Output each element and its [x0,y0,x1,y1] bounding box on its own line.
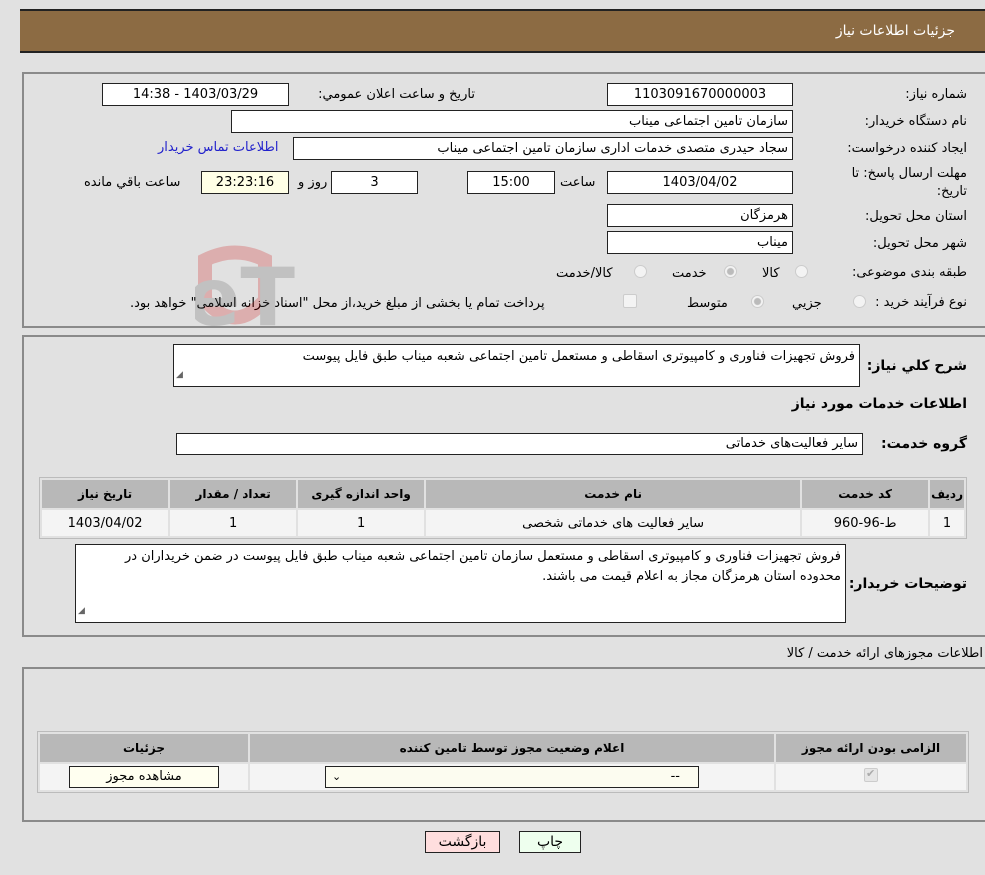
purchase-radio-minor[interactable] [853,295,866,308]
announce-label: تاریخ و ساعت اعلان عمومي: [318,87,475,102]
province-field: هرمزگان [607,204,793,227]
col-row-number: ردیف [930,480,964,508]
resize-grip-icon[interactable]: ◢ [78,601,85,621]
print-button[interactable]: چاپ [519,831,581,853]
buyer-notes-label: توضیحات خریدار: [848,576,967,592]
cell-permit-required: ✔ [776,764,966,790]
cell-service-code: ط-96-960 [802,510,929,536]
category-radio-goods[interactable] [795,265,808,278]
purchase-type-label: نوع فرآیند خرید : [875,295,967,310]
col-service-name: نام خدمت [426,480,801,508]
buyer-org-field: سازمان تامین اجتماعی میناب [231,110,793,133]
cell-permit-status: -- ⌄ [250,764,774,790]
cell-unit: 1 [298,510,425,536]
cell-row-number: 1 [930,510,964,536]
category-label: طبقه بندی موضوعی: [851,265,967,280]
days-field: 3 [331,171,418,194]
check-icon: ✔ [866,767,876,780]
service-group-label: گروه خدمت: [881,436,967,452]
services-table: ردیف کد خدمت نام خدمت واحد اندازه گیری ت… [39,477,967,539]
treasury-note: پرداخت تمام یا بخشی از مبلغ خرید،از محل … [130,296,545,311]
category-label-goods: کالا [762,266,780,281]
col-permit-details: جزئیات [40,734,248,762]
description-text: فروش تجهیزات فناوری و کامپیوتری اسقاطی و… [302,349,855,364]
chevron-down-icon: ⌄ [332,770,342,783]
category-radio-service[interactable] [724,265,737,278]
category-label-service: خدمت [672,266,707,281]
table-row: 1 ط-96-960 سایر فعالیت های خدماتی شخصی 1… [42,510,964,536]
deadline-time-field: 15:00 [467,171,555,194]
resize-grip-icon[interactable]: ◢ [176,365,183,385]
description-textarea[interactable]: فروش تجهیزات فناوری و کامپیوتری اسقاطی و… [173,344,860,387]
purchase-label-medium: متوسط [687,296,728,311]
deadline-label: مهلت ارسال پاسخ: تا تاریخ: [851,166,967,199]
buyer-org-label: نام دستگاه خریدار: [864,114,967,129]
back-button[interactable]: بازگشت [425,831,500,853]
col-quantity: تعداد / مقدار [170,480,297,508]
days-label: روز و [298,175,328,190]
buyer-notes-textarea[interactable]: فروش تجهیزات فناوری و کامپیوتری اسقاطی و… [75,544,846,623]
page-title: جزئیات اطلاعات نیاز [835,23,955,39]
permits-table: الزامی بودن ارائه مجوز اعلام وضعیت مجوز … [37,731,969,793]
deadline-date-field: 1403/04/02 [607,171,793,194]
page-header: جزئیات اطلاعات نیاز [20,9,985,53]
description-label: شرح کلي نیاز: [866,358,967,374]
city-field: میناب [607,231,793,254]
category-label-goods-service: کالا/خدمت [556,266,613,281]
services-table-header: ردیف کد خدمت نام خدمت واحد اندازه گیری ت… [42,480,964,508]
deadline-time-label: ساعت [560,175,596,190]
purchase-label-minor: جزيي [792,296,822,311]
category-radio-goods-service[interactable] [634,265,647,278]
treasury-checkbox[interactable] [623,294,637,308]
permit-required-checkbox: ✔ [864,767,878,782]
cell-service-name: سایر فعالیت های خدماتی شخصی [426,510,801,536]
permits-title: اطلاعات مجوزهای ارائه خدمت / کالا [786,646,983,661]
col-service-code: کد خدمت [802,480,929,508]
permit-status-select[interactable]: -- ⌄ [325,766,699,788]
permit-status-value: -- [670,769,680,784]
col-need-date: تاریخ نیاز [42,480,169,508]
service-group-field: سایر فعالیت‌های خدماتی [176,433,863,455]
city-label: شهر محل تحویل: [872,236,967,251]
province-label: استان محل تحویل: [865,209,967,224]
announce-field: 1403/03/29 - 14:38 [102,83,289,106]
remaining-label: ساعت باقي مانده [84,175,181,190]
creator-field: سجاد حیدری متصدی خدمات اداری سازمان تامی… [293,137,793,160]
cell-quantity: 1 [170,510,297,536]
col-permit-status: اعلام وضعیت مجوز توسط تامین کننده [250,734,774,762]
permits-table-header: الزامی بودن ارائه مجوز اعلام وضعیت مجوز … [40,734,966,762]
cell-permit-details: مشاهده مجوز [40,764,248,790]
remaining-time-field: 23:23:16 [201,171,289,194]
creator-label: ایجاد کننده درخواست: [847,141,967,156]
table-row: ✔ -- ⌄ مشاهده مجوز [40,764,966,790]
cell-need-date: 1403/04/02 [42,510,169,536]
need-number-label: شماره نیاز: [905,87,967,102]
col-unit: واحد اندازه گیری [298,480,425,508]
buyer-notes-text: فروش تجهیزات فناوری و کامپیوتری اسقاطی و… [125,549,841,584]
need-number-field: 1103091670000003 [607,83,793,106]
buyer-contact-link[interactable]: اطلاعات تماس خریدار [158,140,278,155]
services-heading: اطلاعات خدمات مورد نیاز [791,396,967,412]
col-permit-required: الزامی بودن ارائه مجوز [776,734,966,762]
view-permit-button[interactable]: مشاهده مجوز [69,766,219,788]
purchase-radio-medium[interactable] [751,295,764,308]
